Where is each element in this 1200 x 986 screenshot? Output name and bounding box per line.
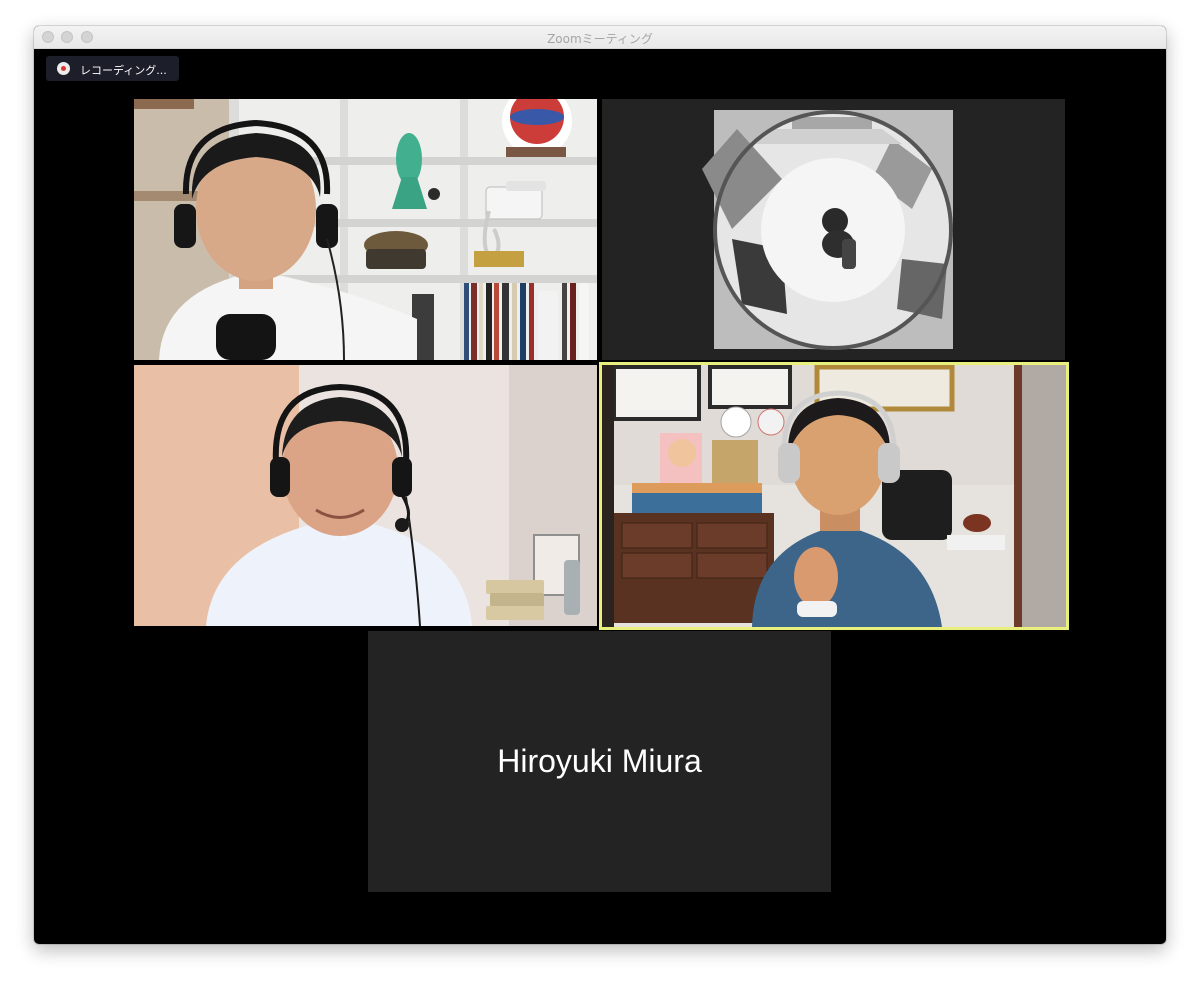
participant-video-feed — [602, 99, 1065, 360]
recording-label: レコーディング... — [80, 64, 167, 77]
active-speaker-tile[interactable] — [599, 362, 1069, 630]
zoom-window: Zoomミーティング レコーディング... Hiroyuki Miura — [34, 26, 1166, 944]
recording-icon — [57, 62, 70, 75]
title-bar: Zoomミーティング — [34, 26, 1166, 49]
participant-video-feed — [134, 365, 597, 626]
participant-video-feed — [602, 365, 1066, 627]
participant-video-tile[interactable] — [602, 99, 1065, 360]
recording-indicator[interactable]: レコーディング... — [46, 56, 179, 81]
participant-name: Hiroyuki Miura — [497, 743, 702, 779]
participant-video-tile[interactable] — [134, 365, 597, 626]
window-title: Zoomミーティング — [547, 32, 653, 46]
participant-video-tile[interactable] — [134, 99, 597, 360]
participant-name-tile[interactable]: Hiroyuki Miura — [368, 631, 831, 892]
participant-video-feed — [134, 99, 597, 360]
